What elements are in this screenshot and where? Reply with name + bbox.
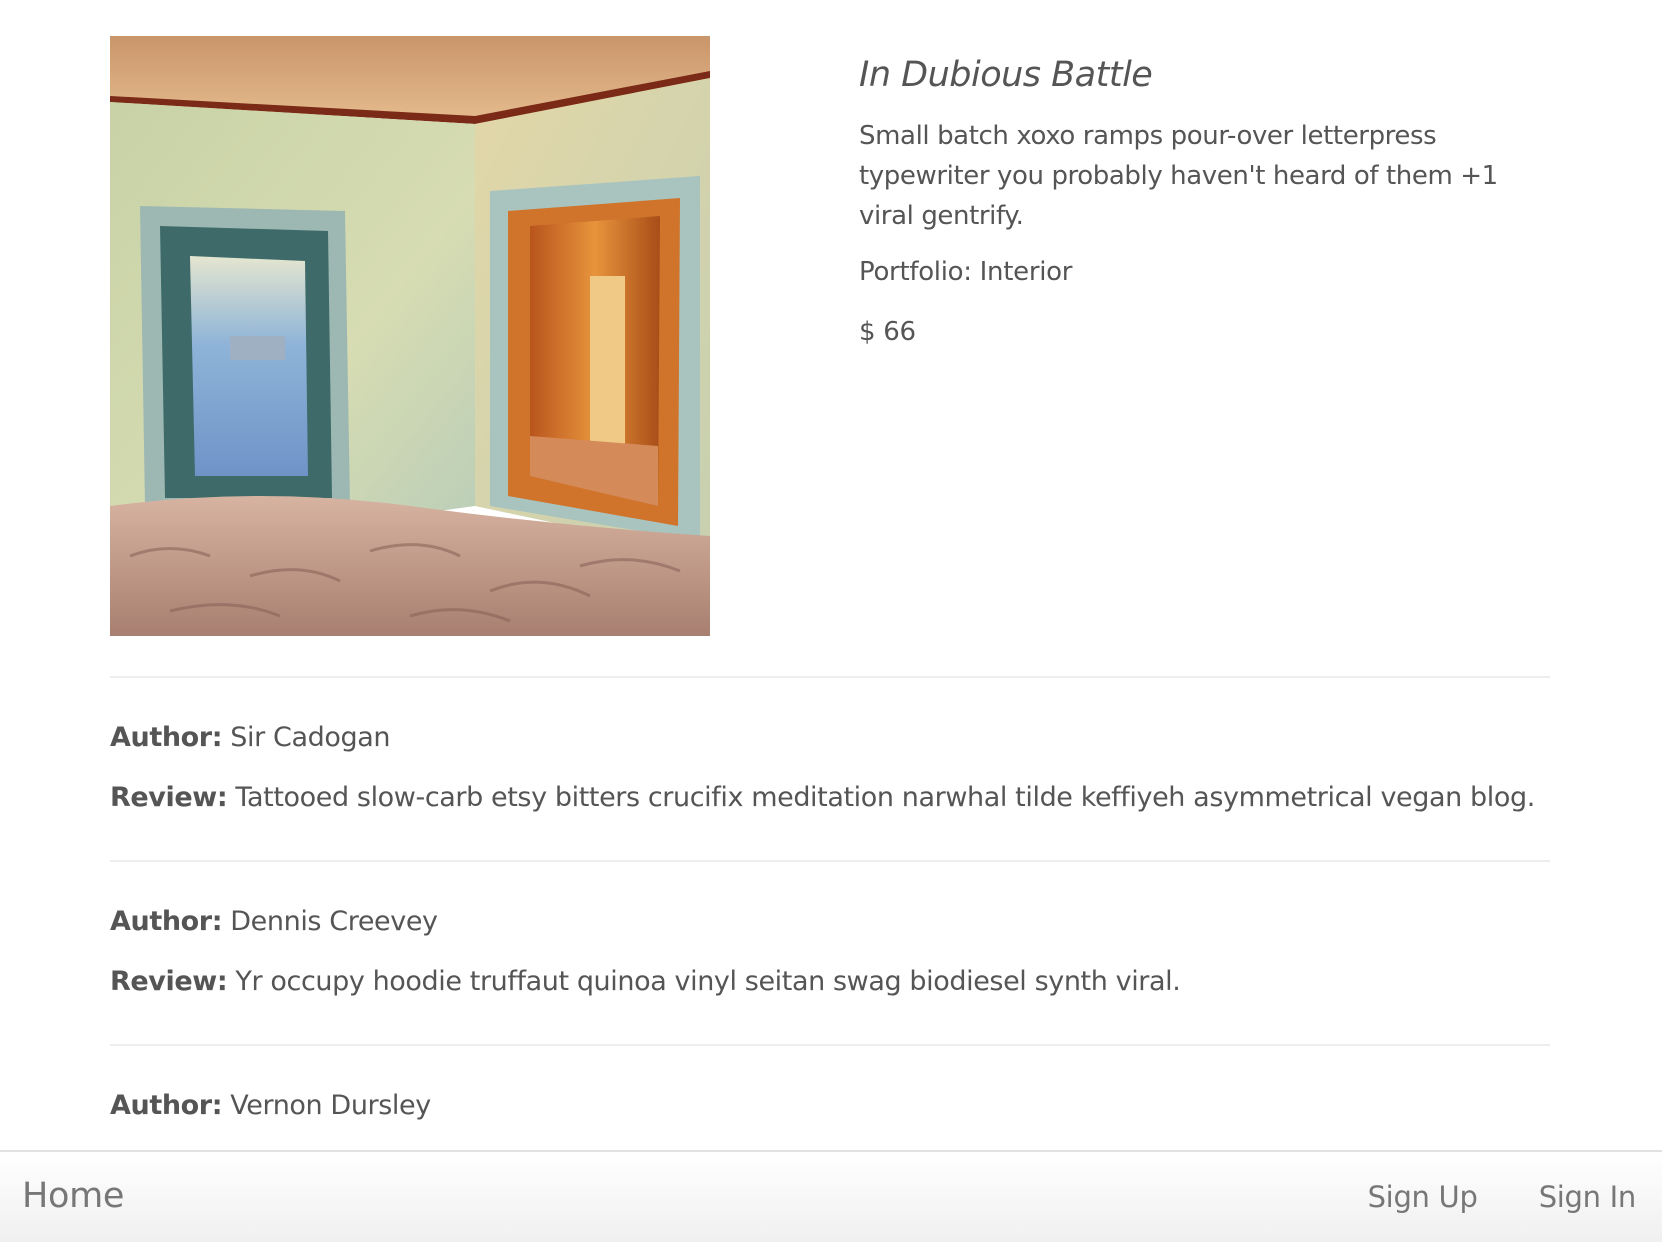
review-body: Yr occupy hoodie truffaut quinoa vinyl s… [227,966,1181,997]
author-label: Author: [110,906,223,937]
page: In Dubious Battle Small batch xoxo ramps… [0,0,1662,1242]
review-label: Review: [110,782,228,813]
bottom-navbar: Home Sign Up Sign In [0,1150,1662,1242]
nav-sign-in-link[interactable]: Sign In [1539,1180,1637,1214]
review-body: Tattooed slow-carb etsy bitters crucifix… [227,782,1535,813]
review-item: Author: Sir Cadogan Review: Tattooed slo… [110,678,1550,860]
nav-sign-up-link[interactable]: Sign Up [1368,1180,1478,1214]
product-detail: In Dubious Battle Small batch xoxo ramps… [110,36,1550,636]
review-author: Author: Vernon Dursley [110,1086,1550,1126]
product-image [110,36,710,636]
author-label: Author: [110,722,223,753]
author-name: Vernon Dursley [222,1090,431,1121]
review-text: Review: Tattooed slow-carb etsy bitters … [110,778,1550,818]
nav-home-link[interactable]: Home [22,1176,124,1216]
product-info: In Dubious Battle Small batch xoxo ramps… [859,54,1550,372]
review-label: Review: [110,966,228,997]
product-title: In Dubious Battle [859,55,1153,95]
review-author: Author: Sir Cadogan [110,718,1550,758]
product-price: $ 66 [859,317,916,347]
nav-right-group: Sign Up Sign In [1312,1180,1637,1214]
review-text: Review: Yr occupy hoodie truffaut quinoa… [110,962,1550,1002]
product-container: In Dubious Battle Small batch xoxo ramps… [110,36,1550,1228]
author-label: Author: [110,1090,223,1121]
author-name: Dennis Creevey [222,906,438,937]
product-description: Small batch xoxo ramps pour-over letterp… [859,121,1498,231]
review-author: Author: Dennis Creevey [110,902,1550,942]
product-portfolio: Portfolio: Interior [859,257,1073,287]
review-item: Author: Dennis Creevey Review: Yr occupy… [110,862,1550,1044]
author-name: Sir Cadogan [222,722,391,753]
